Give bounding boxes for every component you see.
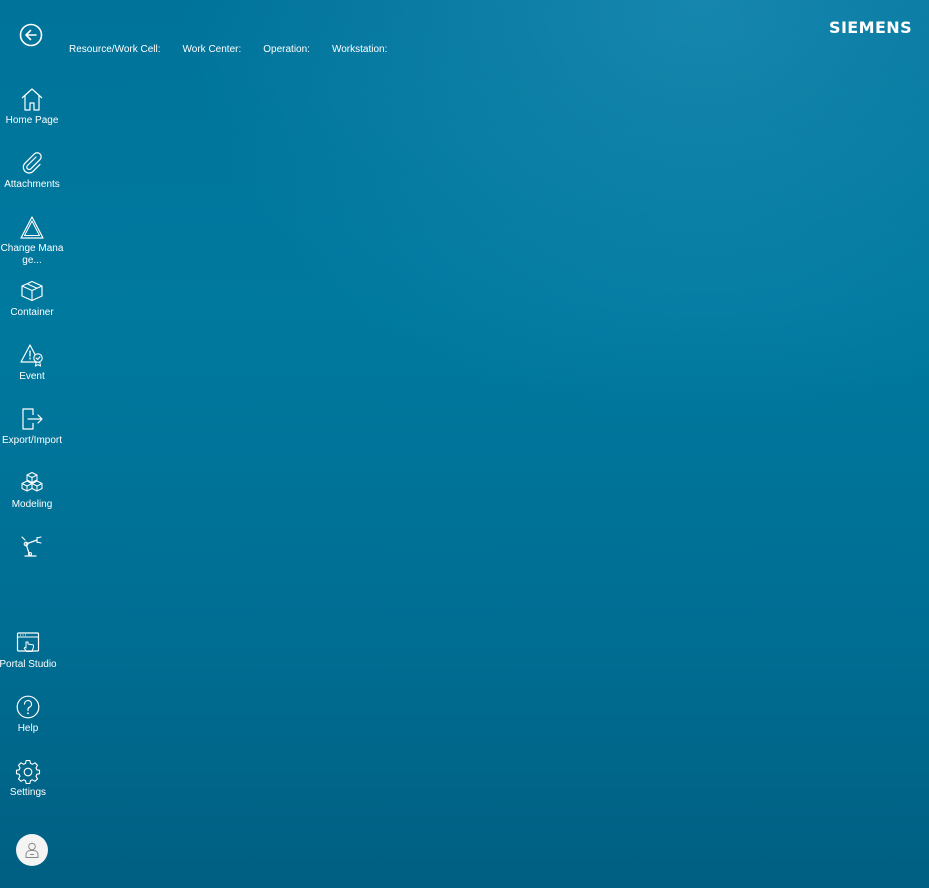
sidebar-item-label: Modeling xyxy=(11,499,53,510)
sidebar-item-robot[interactable] xyxy=(0,533,64,562)
sidebar-item-label: Event xyxy=(19,371,45,382)
event-alert-icon xyxy=(20,344,43,367)
home-icon xyxy=(21,88,43,111)
user-avatar-button[interactable] xyxy=(16,834,48,866)
sidebar-item-label: Home Page xyxy=(5,115,59,126)
sidebar-item-help[interactable]: Help xyxy=(0,694,60,735)
sidebar-item-label: Portal Studio xyxy=(0,659,57,670)
sidebar-item-label: Export/Import xyxy=(1,435,63,446)
sidebar-item-container[interactable]: Container xyxy=(0,278,64,319)
sidebar-item-export-import[interactable]: Export/Import xyxy=(0,406,64,447)
export-icon xyxy=(22,408,43,430)
paperclip-icon xyxy=(22,152,42,174)
box-icon xyxy=(21,280,43,302)
sidebar-item-label: Container xyxy=(10,307,54,318)
sidebar-item-settings[interactable]: Settings xyxy=(0,758,60,799)
sidebar-item-home-page[interactable]: Home Page xyxy=(0,86,64,127)
workstation-label: Workstation: xyxy=(331,44,388,55)
cubes-icon xyxy=(21,471,43,492)
robot-arm-icon xyxy=(21,536,42,557)
user-avatar-icon xyxy=(25,842,39,858)
sidebar-item-label: Change Manage... xyxy=(0,243,64,266)
operation-label: Operation: xyxy=(263,44,310,55)
sidebar-item-portal-studio[interactable]: Portal Studio xyxy=(0,630,60,671)
gear-icon xyxy=(15,759,41,784)
arrow-left-circle-icon xyxy=(19,23,43,47)
portal-studio-icon xyxy=(16,632,40,652)
help-icon xyxy=(16,695,40,719)
brand-logo: SIEMENS xyxy=(829,18,912,37)
work-center-label: Work Center: xyxy=(182,44,242,55)
back-button[interactable] xyxy=(16,20,46,50)
sidebar-item-label: Settings xyxy=(9,787,47,798)
sidebar-item-label: Help xyxy=(17,723,39,734)
sidebar-item-modeling[interactable]: Modeling xyxy=(0,470,64,511)
sidebar-item-label: Attachments xyxy=(4,179,60,190)
context-bar: Resource/Work Cell: Work Center: Operati… xyxy=(69,43,387,56)
triangle-icon xyxy=(20,216,44,239)
sidebar-item-event[interactable]: Event xyxy=(0,342,64,383)
sidebar-item-change-management[interactable]: Change Manage... xyxy=(0,214,64,267)
resource-work-cell-label: Resource/Work Cell: xyxy=(69,44,161,55)
sidebar-item-attachments[interactable]: Attachments xyxy=(0,150,64,191)
